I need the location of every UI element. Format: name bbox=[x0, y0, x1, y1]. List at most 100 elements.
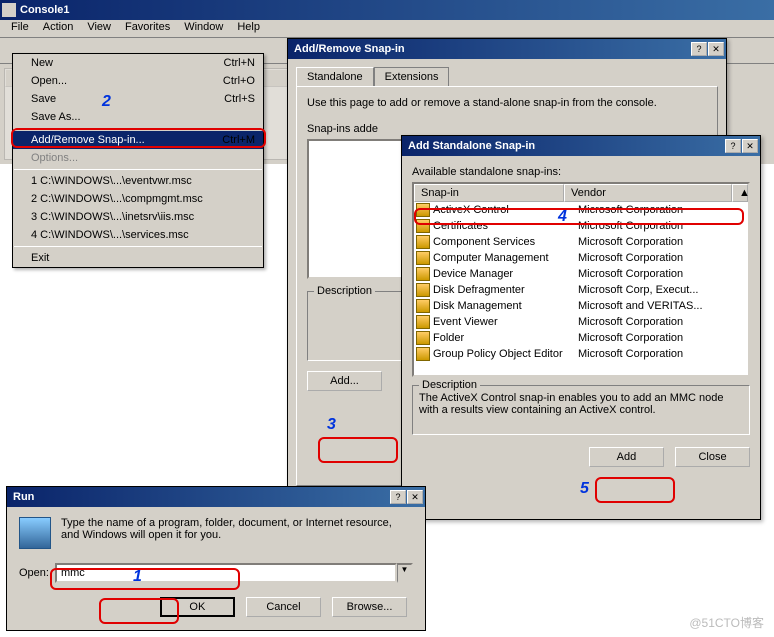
snapin-name: Event Viewer bbox=[433, 316, 578, 328]
app-icon bbox=[2, 3, 16, 17]
anno-2: 2 bbox=[102, 93, 111, 111]
help-button[interactable]: ? bbox=[390, 490, 406, 504]
menu-options[interactable]: Options... bbox=[13, 149, 263, 167]
menu-window[interactable]: Window bbox=[177, 20, 230, 37]
run-instruction: Type the name of a program, folder, docu… bbox=[61, 517, 413, 541]
menu-action[interactable]: Action bbox=[36, 20, 81, 37]
snapin-icon bbox=[416, 251, 430, 265]
snapin-icon bbox=[416, 235, 430, 249]
menu-separator bbox=[14, 169, 262, 170]
snapin-row[interactable]: ActiveX ControlMicrosoft Corporation bbox=[414, 202, 748, 218]
add-standalone-dialog: Add Standalone Snap-in ? ✕ Available sta… bbox=[401, 135, 761, 520]
snapin-vendor: Microsoft Corporation bbox=[578, 268, 746, 280]
standalone-titlebar: Add Standalone Snap-in ? ✕ bbox=[402, 136, 760, 156]
close-button[interactable]: ✕ bbox=[742, 139, 758, 153]
console-title: Console1 bbox=[20, 4, 772, 16]
standalone-body: Available standalone snap-ins: Snap-in V… bbox=[402, 156, 760, 477]
close-button[interactable]: ✕ bbox=[407, 490, 423, 504]
dropdown-icon[interactable]: ▼ bbox=[397, 563, 413, 583]
open-input[interactable] bbox=[55, 563, 397, 583]
menu-addremove-snapin[interactable]: Add/Remove Snap-in...Ctrl+M bbox=[13, 131, 263, 149]
menu-recent-3[interactable]: 3 C:\WINDOWS\...\inetsrv\iis.msc bbox=[13, 208, 263, 226]
file-menu: NewCtrl+N Open...Ctrl+O SaveCtrl+S Save … bbox=[12, 53, 264, 268]
tabs: Standalone Extensions bbox=[296, 67, 718, 86]
snapin-name: Folder bbox=[433, 332, 578, 344]
menu-favorites[interactable]: Favorites bbox=[118, 20, 177, 37]
add-button[interactable]: Add bbox=[589, 447, 664, 467]
description-group: Description The ActiveX Control snap-in … bbox=[412, 385, 750, 435]
ok-button[interactable]: OK bbox=[160, 597, 235, 617]
close-button[interactable]: Close bbox=[675, 447, 750, 467]
cancel-button[interactable]: Cancel bbox=[246, 597, 321, 617]
open-combo[interactable]: ▼ bbox=[55, 563, 413, 583]
anno-1: 1 bbox=[133, 568, 142, 586]
menu-exit[interactable]: Exit bbox=[13, 249, 263, 267]
snapin-row[interactable]: Disk DefragmenterMicrosoft Corp, Execut.… bbox=[414, 282, 748, 298]
snapin-name: Disk Management bbox=[433, 300, 578, 312]
add-button[interactable]: Add... bbox=[307, 371, 382, 391]
snapin-name: Computer Management bbox=[433, 252, 578, 264]
snapin-row[interactable]: Group Policy Object EditorMicrosoft Corp… bbox=[414, 346, 748, 362]
standalone-title: Add Standalone Snap-in bbox=[404, 140, 725, 152]
menu-save[interactable]: SaveCtrl+S bbox=[13, 90, 263, 108]
snapin-name: Disk Defragmenter bbox=[433, 284, 578, 296]
snapin-icon bbox=[416, 283, 430, 297]
list-header: Snap-in Vendor ▲ bbox=[414, 184, 748, 202]
menu-recent-4[interactable]: 4 C:\WINDOWS\...\services.msc bbox=[13, 226, 263, 244]
snapin-row[interactable]: Computer ManagementMicrosoft Corporation bbox=[414, 250, 748, 266]
snapin-row[interactable]: Disk ManagementMicrosoft and VERITAS... bbox=[414, 298, 748, 314]
snapin-name: Group Policy Object Editor bbox=[433, 348, 578, 360]
snapin-icon bbox=[416, 267, 430, 281]
description-text: The ActiveX Control snap-in enables you … bbox=[419, 392, 743, 416]
snapin-vendor: Microsoft Corporation bbox=[578, 316, 746, 328]
menu-open[interactable]: Open...Ctrl+O bbox=[13, 72, 263, 90]
snapin-icon bbox=[416, 299, 430, 313]
snapin-icon bbox=[416, 347, 430, 361]
help-button[interactable]: ? bbox=[725, 139, 741, 153]
menu-help[interactable]: Help bbox=[230, 20, 267, 37]
anno-4: 4 bbox=[558, 208, 567, 226]
menu-saveas[interactable]: Save As... bbox=[13, 108, 263, 126]
tab-standalone[interactable]: Standalone bbox=[296, 67, 374, 86]
snapin-icon bbox=[416, 219, 430, 233]
snapin-vendor: Microsoft Corporation bbox=[578, 252, 746, 264]
help-button[interactable]: ? bbox=[691, 42, 707, 56]
snapin-name: Device Manager bbox=[433, 268, 578, 280]
snapin-name: ActiveX Control bbox=[433, 204, 578, 216]
snapin-row[interactable]: Event ViewerMicrosoft Corporation bbox=[414, 314, 748, 330]
run-icon bbox=[19, 517, 51, 549]
col-vendor[interactable]: Vendor bbox=[564, 184, 732, 202]
snapin-vendor: Microsoft Corporation bbox=[578, 204, 746, 216]
col-snapin[interactable]: Snap-in bbox=[414, 184, 564, 202]
snapin-row[interactable]: Component ServicesMicrosoft Corporation bbox=[414, 234, 748, 250]
addremove-titlebar: Add/Remove Snap-in ? ✕ bbox=[288, 39, 726, 59]
menu-recent-2[interactable]: 2 C:\WINDOWS\...\compmgmt.msc bbox=[13, 190, 263, 208]
menu-recent-1[interactable]: 1 C:\WINDOWS\...\eventvwr.msc bbox=[13, 172, 263, 190]
snapins-added-label: Snap-ins adde bbox=[307, 123, 707, 135]
anno-3: 3 bbox=[327, 416, 336, 434]
menu-new[interactable]: NewCtrl+N bbox=[13, 54, 263, 72]
run-titlebar: Run ? ✕ bbox=[7, 487, 425, 507]
snapin-row[interactable]: CertificatesMicrosoft Corporation bbox=[414, 218, 748, 234]
menu-separator bbox=[14, 246, 262, 247]
menu-separator bbox=[14, 128, 262, 129]
snapin-name: Certificates bbox=[433, 220, 578, 232]
snapin-name: Component Services bbox=[433, 236, 578, 248]
tab-extensions[interactable]: Extensions bbox=[374, 67, 450, 86]
open-label: Open: bbox=[19, 567, 49, 579]
description-label: Description bbox=[314, 285, 375, 297]
snapin-icon bbox=[416, 315, 430, 329]
scroll-up-icon[interactable]: ▲ bbox=[732, 184, 748, 202]
close-button[interactable]: ✕ bbox=[708, 42, 724, 56]
snapin-row[interactable]: FolderMicrosoft Corporation bbox=[414, 330, 748, 346]
snapin-row[interactable]: Device ManagerMicrosoft Corporation bbox=[414, 266, 748, 282]
run-dialog: Run ? ✕ Type the name of a program, fold… bbox=[6, 486, 426, 631]
available-label: Available standalone snap-ins: bbox=[412, 166, 750, 178]
console-titlebar: Console1 bbox=[0, 0, 774, 20]
menu-view[interactable]: View bbox=[80, 20, 118, 37]
menu-file[interactable]: File bbox=[4, 20, 36, 37]
browse-button[interactable]: Browse... bbox=[332, 597, 407, 617]
snapin-list[interactable]: Snap-in Vendor ▲ ActiveX ControlMicrosof… bbox=[412, 182, 750, 377]
anno-5: 5 bbox=[580, 480, 589, 498]
menubar: File Action View Favorites Window Help bbox=[0, 20, 774, 38]
